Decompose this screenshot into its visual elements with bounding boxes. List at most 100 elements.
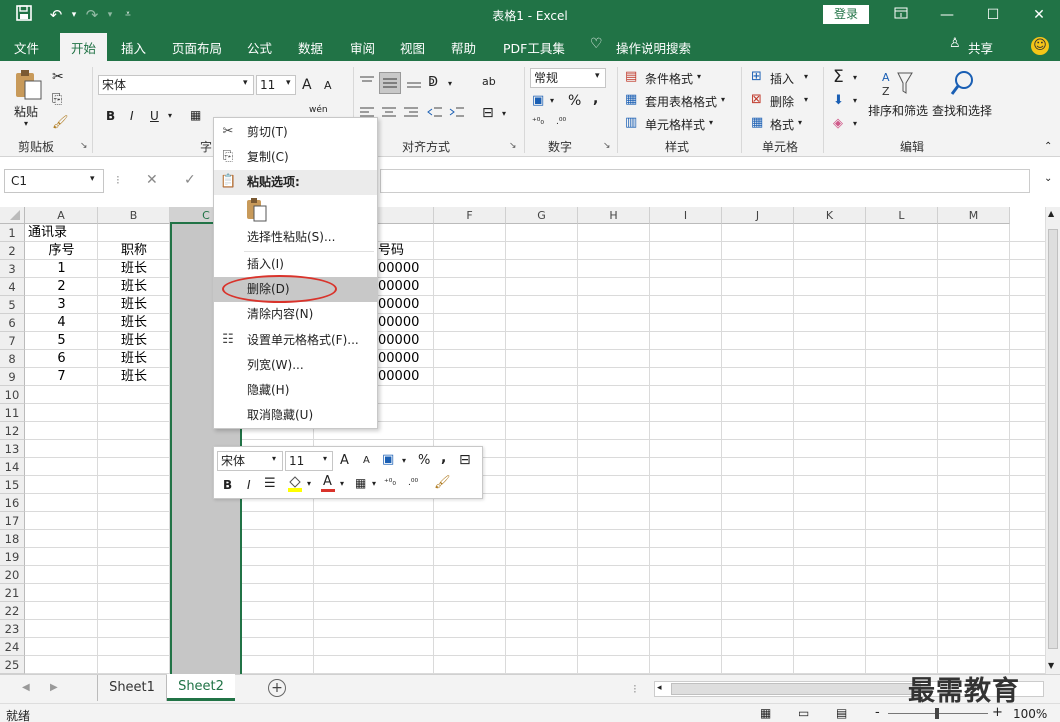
- bold-button[interactable]: B: [106, 109, 115, 123]
- worksheet-grid[interactable]: ABDEFGHIJKLM 123456789101112131415161718…: [0, 207, 1045, 674]
- row-header-4[interactable]: 4: [0, 278, 25, 296]
- row-header-20[interactable]: 20: [0, 566, 25, 584]
- collapse-ribbon-icon[interactable]: ⌃: [1044, 141, 1052, 152]
- cell-seq[interactable]: 1: [25, 260, 98, 278]
- increase-font-icon[interactable]: A: [302, 77, 312, 93]
- cell-phone[interactable]: 00000: [378, 260, 419, 278]
- column-header-i[interactable]: I: [650, 207, 722, 224]
- cell-seq[interactable]: 3: [25, 296, 98, 314]
- zoom-out-button[interactable]: -: [875, 705, 880, 720]
- clipboard-launcher-icon[interactable]: ↘: [80, 141, 88, 151]
- merge-center-icon[interactable]: ⊟: [482, 105, 494, 121]
- name-box-dropdown-icon[interactable]: ▾: [90, 174, 95, 184]
- menu-item-clear-contents[interactable]: 清除内容(N): [214, 302, 377, 327]
- page-layout-view-icon[interactable]: ▭: [798, 706, 809, 720]
- cell-seq[interactable]: 7: [25, 368, 98, 386]
- row-header-5[interactable]: 5: [0, 296, 25, 314]
- sheet-tab-sheet2[interactable]: Sheet2: [167, 674, 235, 701]
- mini-fill-color-icon[interactable]: [287, 474, 303, 492]
- alignment-launcher-icon[interactable]: ↘: [509, 141, 517, 151]
- delete-cells-dropdown-icon[interactable]: ▾: [804, 95, 808, 104]
- mini-font-color-icon[interactable]: A: [320, 474, 336, 492]
- font-name-box[interactable]: 宋体: [98, 75, 254, 95]
- mini-decrease-decimal-icon[interactable]: .⁰⁰: [408, 478, 418, 488]
- merge-dropdown-icon[interactable]: ▾: [502, 109, 506, 118]
- decrease-font-icon[interactable]: A: [324, 79, 332, 92]
- copy-icon[interactable]: ⎘: [52, 92, 62, 107]
- cell-phone[interactable]: 00000: [378, 332, 419, 350]
- mini-font-dropdown-icon[interactable]: ▾: [272, 454, 276, 463]
- align-right-icon[interactable]: [402, 105, 422, 123]
- format-as-table-button[interactable]: 套用表格格式: [645, 93, 717, 110]
- cancel-entry-icon[interactable]: ✕: [146, 172, 158, 188]
- clear-icon[interactable]: ◈: [833, 116, 843, 131]
- row-header-23[interactable]: 23: [0, 620, 25, 638]
- orientation-dropdown-icon[interactable]: ▾: [448, 79, 452, 88]
- normal-view-icon[interactable]: ▦: [760, 706, 771, 720]
- cell-seq[interactable]: 2: [25, 278, 98, 296]
- tab-home[interactable]: 开始: [60, 33, 108, 61]
- cell-phone[interactable]: 00000: [378, 278, 419, 296]
- format-painter-icon[interactable]: 🖌: [52, 115, 69, 130]
- mini-italic-button[interactable]: I: [247, 478, 251, 492]
- vertical-scroll-thumb[interactable]: [1048, 229, 1058, 649]
- row-header-6[interactable]: 6: [0, 314, 25, 332]
- redo-dropdown-icon[interactable]: ▾: [100, 5, 120, 25]
- mini-border-icon[interactable]: ▦: [355, 476, 366, 490]
- cell-seq[interactable]: 6: [25, 350, 98, 368]
- fill-icon[interactable]: ⬇: [833, 93, 844, 108]
- mini-paint-icon[interactable]: 🖌: [434, 475, 451, 490]
- column-header-f[interactable]: F: [434, 207, 506, 224]
- smiley-icon[interactable]: ☺: [1031, 37, 1049, 55]
- comma-button[interactable]: ,: [593, 91, 598, 107]
- column-header-k[interactable]: K: [794, 207, 866, 224]
- close-icon[interactable]: ✕: [1024, 3, 1054, 27]
- menu-item-column-width[interactable]: 列宽(W)...: [214, 353, 377, 378]
- column-header-l[interactable]: L: [866, 207, 938, 224]
- row-header-12[interactable]: 12: [0, 422, 25, 440]
- row-header-13[interactable]: 13: [0, 440, 25, 458]
- mini-size-dropdown-icon[interactable]: ▾: [323, 454, 327, 463]
- row-header-10[interactable]: 10: [0, 386, 25, 404]
- orientation-icon[interactable]: ↁ: [428, 75, 438, 90]
- sort-filter-icon[interactable]: AZ: [880, 69, 914, 99]
- decrease-decimal-icon[interactable]: .⁰⁰: [556, 117, 566, 127]
- cell-phone[interactable]: 00000: [378, 368, 419, 386]
- align-top-icon[interactable]: [358, 74, 378, 92]
- cut-icon[interactable]: ✂: [52, 69, 64, 85]
- cell-title[interactable]: 班长: [98, 368, 170, 386]
- tab-view[interactable]: 视图: [400, 38, 425, 57]
- cell-title[interactable]: 班长: [98, 278, 170, 296]
- mini-border-dropdown-icon[interactable]: ▾: [372, 479, 376, 488]
- menu-item-copy[interactable]: ⎘ 复制(C): [214, 145, 377, 170]
- scroll-up-icon[interactable]: ▲: [1048, 209, 1054, 218]
- name-box[interactable]: C1: [4, 169, 104, 193]
- menu-item-unhide[interactable]: 取消隐藏(U): [214, 403, 377, 428]
- conditional-format-button[interactable]: 条件格式: [645, 70, 693, 87]
- mini-increase-font-icon[interactable]: A: [340, 453, 349, 468]
- row-header-8[interactable]: 8: [0, 350, 25, 368]
- customize-qat-icon[interactable]: ⩡: [118, 5, 138, 25]
- select-all-corner[interactable]: [0, 207, 25, 224]
- insert-cells-icon[interactable]: ⊞: [751, 69, 762, 84]
- horizontal-scroll-thumb[interactable]: [671, 683, 921, 695]
- number-launcher-icon[interactable]: ↘: [603, 141, 611, 151]
- row-header-7[interactable]: 7: [0, 332, 25, 350]
- cell-styles-icon[interactable]: ▥: [625, 115, 637, 130]
- format-cells-icon[interactable]: ▦: [751, 115, 763, 130]
- cell-styles-button[interactable]: 单元格样式: [645, 116, 705, 133]
- vertical-scrollbar[interactable]: ▲ ▼: [1045, 207, 1060, 674]
- underline-button[interactable]: U: [150, 109, 159, 123]
- currency-icon[interactable]: ▣: [532, 93, 544, 108]
- share-button[interactable]: 共享: [968, 38, 993, 57]
- cell-phone[interactable]: 00000: [378, 296, 419, 314]
- mini-fill-dropdown-icon[interactable]: ▾: [307, 479, 311, 488]
- phonetic-button[interactable]: wén: [309, 105, 328, 115]
- ribbon-display-icon[interactable]: [886, 3, 916, 27]
- cell-phone[interactable]: 00000: [378, 314, 419, 332]
- column-header-a[interactable]: A: [25, 207, 98, 224]
- format-cells-button[interactable]: 格式: [770, 116, 794, 133]
- mini-decrease-font-icon[interactable]: A: [363, 455, 370, 466]
- mini-percent-button[interactable]: %: [418, 453, 430, 468]
- paste-icon[interactable]: [13, 69, 43, 101]
